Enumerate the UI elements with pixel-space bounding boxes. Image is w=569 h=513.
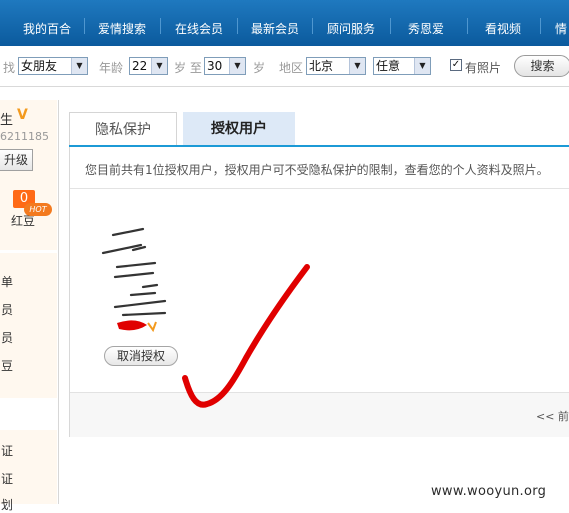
cancel-authorization-button[interactable]: 取消授权 <box>104 346 178 366</box>
sidebar-menu-item[interactable]: 员 <box>1 329 13 346</box>
age-to-label: 岁 至 <box>174 61 202 75</box>
nav-separator <box>390 18 391 34</box>
sidebar-menu: 单 员 员 豆 <box>0 253 57 398</box>
user-id: 6211185 <box>0 130 49 143</box>
nav-separator <box>237 18 238 34</box>
nav-separator <box>540 18 541 34</box>
authorized-user-card[interactable] <box>95 215 195 345</box>
tab-bar: 隐私保护 授权用户 <box>69 112 569 146</box>
chevron-down-icon: ▼ <box>349 58 365 74</box>
chevron-down-icon: ▼ <box>229 58 245 74</box>
sidebar-verify-item[interactable]: 证 <box>1 442 13 459</box>
age-to-select[interactable]: 30 ▼ <box>204 57 246 75</box>
search-button[interactable]: 搜索 <box>514 55 569 77</box>
nav-item-more[interactable]: 情 <box>555 0 567 46</box>
search-filter-bar: 找 女朋友 ▼ 年龄 22 ▼ 岁 至 30 ▼ 岁 地区 北京 ▼ 任意 ▼ … <box>0 46 569 87</box>
authorization-notice: 您目前共有1位授权用户，授权用户可不受隐私保护的限制，查看您的个人资料及照片。 <box>85 163 549 177</box>
sidebar-menu-item[interactable]: 单 <box>1 273 13 290</box>
age-from-select[interactable]: 22 ▼ <box>129 57 168 75</box>
nav-separator <box>160 18 161 34</box>
chevron-down-icon: ▼ <box>71 58 87 74</box>
region-select[interactable]: 北京 ▼ <box>306 57 366 75</box>
tab-privacy-protection[interactable]: 隐私保护 <box>69 112 177 146</box>
profile-summary: 生 V 6211185 升级 0 红豆 <box>0 100 57 250</box>
find-label: 找 <box>3 61 16 75</box>
gender-select[interactable]: 女朋友 ▼ <box>18 57 88 75</box>
region-label: 地区 <box>279 61 304 75</box>
region-sub-select[interactable]: 任意 ▼ <box>373 57 431 75</box>
gender-select-value: 女朋友 <box>21 59 58 73</box>
nav-separator <box>467 18 468 34</box>
watermark: www.wooyun.org <box>431 484 547 499</box>
sidebar-verification: 证 证 划 <box>0 430 57 512</box>
sidebar-verify-item[interactable]: 划 <box>1 496 13 513</box>
chevron-down-icon: ▼ <box>151 58 167 74</box>
photo-checkbox[interactable]: ✓ <box>450 59 462 71</box>
previous-page-link[interactable]: << 前 <box>536 408 569 424</box>
age-unit-label: 岁 <box>253 61 266 75</box>
nav-item-consultant[interactable]: 顾问服务 <box>327 0 375 46</box>
top-navigation: 我的百合 爱情搜索 在线会员 最新会员 顾问服务 秀恩爱 看视频 情 <box>0 0 569 47</box>
divider <box>70 188 569 189</box>
upgrade-button[interactable]: 升级 <box>0 149 33 171</box>
sidebar-verify-item[interactable]: 证 <box>1 470 13 487</box>
age-label: 年龄 <box>99 61 124 75</box>
region-sub-select-value: 任意 <box>376 59 401 73</box>
nav-separator <box>84 18 85 34</box>
nav-item-new-members[interactable]: 最新会员 <box>251 0 299 46</box>
sidebar-menu-item[interactable]: 豆 <box>1 357 13 374</box>
hot-badge: HOT <box>24 203 52 216</box>
profile-name: 生 <box>0 113 14 128</box>
age-to-value: 30 <box>207 59 223 73</box>
age-from-value: 22 <box>132 59 148 73</box>
left-sidebar: 生 V 6211185 升级 0 红豆 单 员 员 豆 证 证 划 <box>0 100 59 512</box>
pagination-bar: << 前 <box>70 392 569 437</box>
nav-item-my-baihe[interactable]: 我的百合 <box>23 0 71 46</box>
region-select-value: 北京 <box>309 59 334 73</box>
nav-item-online-members[interactable]: 在线会员 <box>175 0 223 46</box>
tab-authorized-users[interactable]: 授权用户 <box>183 112 295 146</box>
sidebar-menu-item[interactable]: 员 <box>1 301 13 318</box>
nav-separator <box>312 18 313 34</box>
photo-label: 有照片 <box>465 61 502 75</box>
checkmark-icon: ✓ <box>451 59 461 70</box>
nav-item-show-love[interactable]: 秀恩爱 <box>408 0 444 46</box>
chevron-down-icon: ▼ <box>414 58 430 74</box>
nav-item-watch-video[interactable]: 看视频 <box>485 0 521 46</box>
vip-v-icon: V <box>17 107 28 123</box>
nav-item-love-search[interactable]: 爱情搜索 <box>98 0 146 46</box>
